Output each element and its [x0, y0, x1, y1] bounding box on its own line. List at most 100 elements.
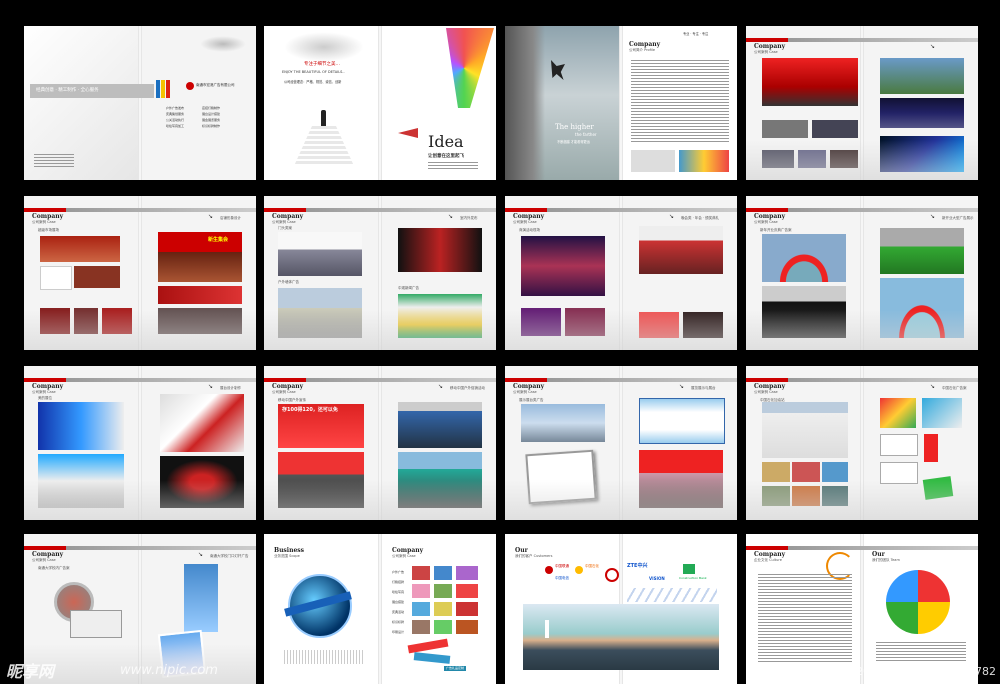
case-photo [880, 58, 964, 94]
case-photo [922, 398, 962, 428]
brochure-sheet: { "cover": { "slogan": "经典创意 · 精工制作 · 全心… [0, 0, 1000, 684]
color-stripe-yellow [161, 80, 165, 98]
spread-cover: 经典创意 · 精工制作 · 全心服务 南通市宏港广告有限公司 户外广告发布 店招… [24, 26, 256, 180]
fold [378, 26, 382, 180]
case-photo [40, 236, 120, 262]
profile-body-text [631, 60, 729, 144]
customer-logo: VISION [649, 576, 665, 581]
spread-intro: 专注于细节之美… ENJOY THE BEAUTIFUL OF DETAILS.… [264, 26, 496, 180]
case-photo [412, 566, 430, 580]
spread-case-booths: Company 公司案例 Case 美的展位 ↘ 展台设计制作 [24, 366, 256, 520]
case-photo [412, 620, 430, 634]
idea-title: Idea [428, 132, 464, 151]
culture-body-text [758, 574, 852, 664]
service-item: 标识标牌制作 [202, 124, 221, 128]
paper-planes-graphic [627, 588, 717, 602]
fold [860, 534, 864, 684]
company-logo-icon [186, 82, 194, 90]
business-item: 庆典活动 [392, 610, 405, 614]
customer-logo: ZTE中兴 [627, 563, 648, 569]
page-label: 移动中国户外促销活动 [450, 386, 485, 390]
case-photo [762, 462, 790, 482]
page-label: 商演活动现场 [519, 228, 540, 232]
business-item: 展台搭建 [392, 600, 405, 604]
case-photo [762, 58, 858, 106]
header-bar [264, 378, 496, 382]
bank-banner-text: 存100得120，还可以免 [282, 407, 338, 413]
idea-subtitle: 让创意在这里起飞 [428, 154, 464, 159]
shadow [264, 310, 496, 350]
fold [138, 26, 142, 180]
spread-culture-team: Company 企业文化 Culture Our 我们的团队 Team [746, 534, 978, 684]
culture-heading: 企业文化 Culture [754, 558, 782, 562]
case-photo [456, 620, 478, 634]
spread-business-scope: Business 业务范围 Scope Company 公司案例 Case 户外… [264, 534, 496, 684]
business-sign-text: 广告礼品定制 [444, 666, 467, 671]
arrow-icon: ↘ [208, 213, 214, 220]
case-heading: 公司案例 Case [272, 390, 296, 394]
case-photo [40, 266, 72, 290]
header-bar [746, 38, 978, 42]
header-bar [746, 378, 978, 382]
spread-customers: Our 我们的客户 Customers 中国联通 中国石化 中国电信 ZTE中兴… [505, 534, 737, 684]
ink-wash-graphic [200, 36, 246, 52]
case-photo [184, 564, 218, 632]
page-label: 室内外发布 [460, 216, 478, 220]
fold [378, 534, 382, 684]
customer-logo: 中国石化 [585, 564, 599, 568]
page-label: 南通大学校门口灯杆广告 [210, 554, 249, 558]
shadow [264, 480, 496, 520]
arrow-icon: ↘ [669, 213, 675, 220]
case-photo [158, 232, 242, 282]
case-photo [456, 566, 478, 580]
lighthouse-photo [523, 604, 719, 670]
customer-logo-mark-4 [683, 564, 695, 574]
service-item: 庆典策划服务 [166, 112, 185, 116]
page-label: 展台设计制作 [220, 386, 241, 390]
case-photo [74, 266, 120, 288]
arrow-icon: ↘ [679, 383, 685, 390]
case-photo [792, 462, 820, 482]
case-heading: 公司案例 Case [754, 50, 778, 54]
spread-case-shops: Company 公司案例 Case 超级市场展场 ↘ 店铺形象设计 新生集会 [24, 196, 256, 350]
arrow-icon: ↘ [208, 383, 214, 390]
customer-logo-mark-3 [605, 568, 619, 582]
case-photo [762, 402, 848, 458]
case-photo [434, 602, 452, 616]
service-item: 喷绘写真加工 [166, 124, 185, 128]
page-label: 新开业大型广告展示 [942, 216, 974, 220]
page-label: 南通大学校内广告案 [38, 566, 70, 570]
page-label: 美的展位 [38, 396, 52, 400]
page-label: 超级市场展场 [38, 228, 59, 232]
customer-logo: Construction Bank [679, 576, 707, 580]
case-photo [278, 232, 362, 276]
spread-case-displays: Company 公司案例 Case 展示展台类广告 ↘ 展览展示与展台 [505, 366, 737, 520]
watermark-url: www.nipic.com [120, 663, 218, 678]
case-photo [880, 228, 964, 274]
cover-company: 南通市宏港广告有限公司 [196, 83, 235, 87]
case-photo [398, 228, 482, 272]
customer-logo-mark-2 [575, 566, 583, 574]
case-photo [158, 286, 242, 304]
profile-higher: The higher [555, 123, 594, 131]
case-photo [38, 402, 124, 450]
page-label: 晚会类 · 年会 · 颁奖典礼 [681, 216, 720, 220]
service-item: 展会展览服务 [202, 118, 221, 122]
profile-farther: the farther [575, 132, 597, 137]
spread-case-openings: Company 公司案例 Case 新年开业庆典广告案 ↘ 新开业大型广告展示 [746, 196, 978, 350]
watermark-logo: 昵享网 [6, 662, 55, 681]
page-label: 户外墙体广告 [278, 280, 299, 284]
arrow-icon: ↘ [930, 383, 936, 390]
header-bar [264, 208, 496, 212]
header-bar [746, 208, 978, 212]
case-photo [412, 602, 430, 616]
shadow [505, 310, 737, 350]
spread-case-gala: Company 公司案例 Case 商演活动现场 ↘ 晚会类 · 年会 · 颁奖… [505, 196, 737, 350]
case-photo [880, 98, 964, 128]
case-photo [70, 610, 122, 638]
arrow-icon: ↘ [198, 551, 204, 558]
fold [619, 26, 623, 180]
case-photo [762, 120, 808, 138]
case-photo [456, 584, 478, 598]
case-photo [822, 462, 848, 482]
